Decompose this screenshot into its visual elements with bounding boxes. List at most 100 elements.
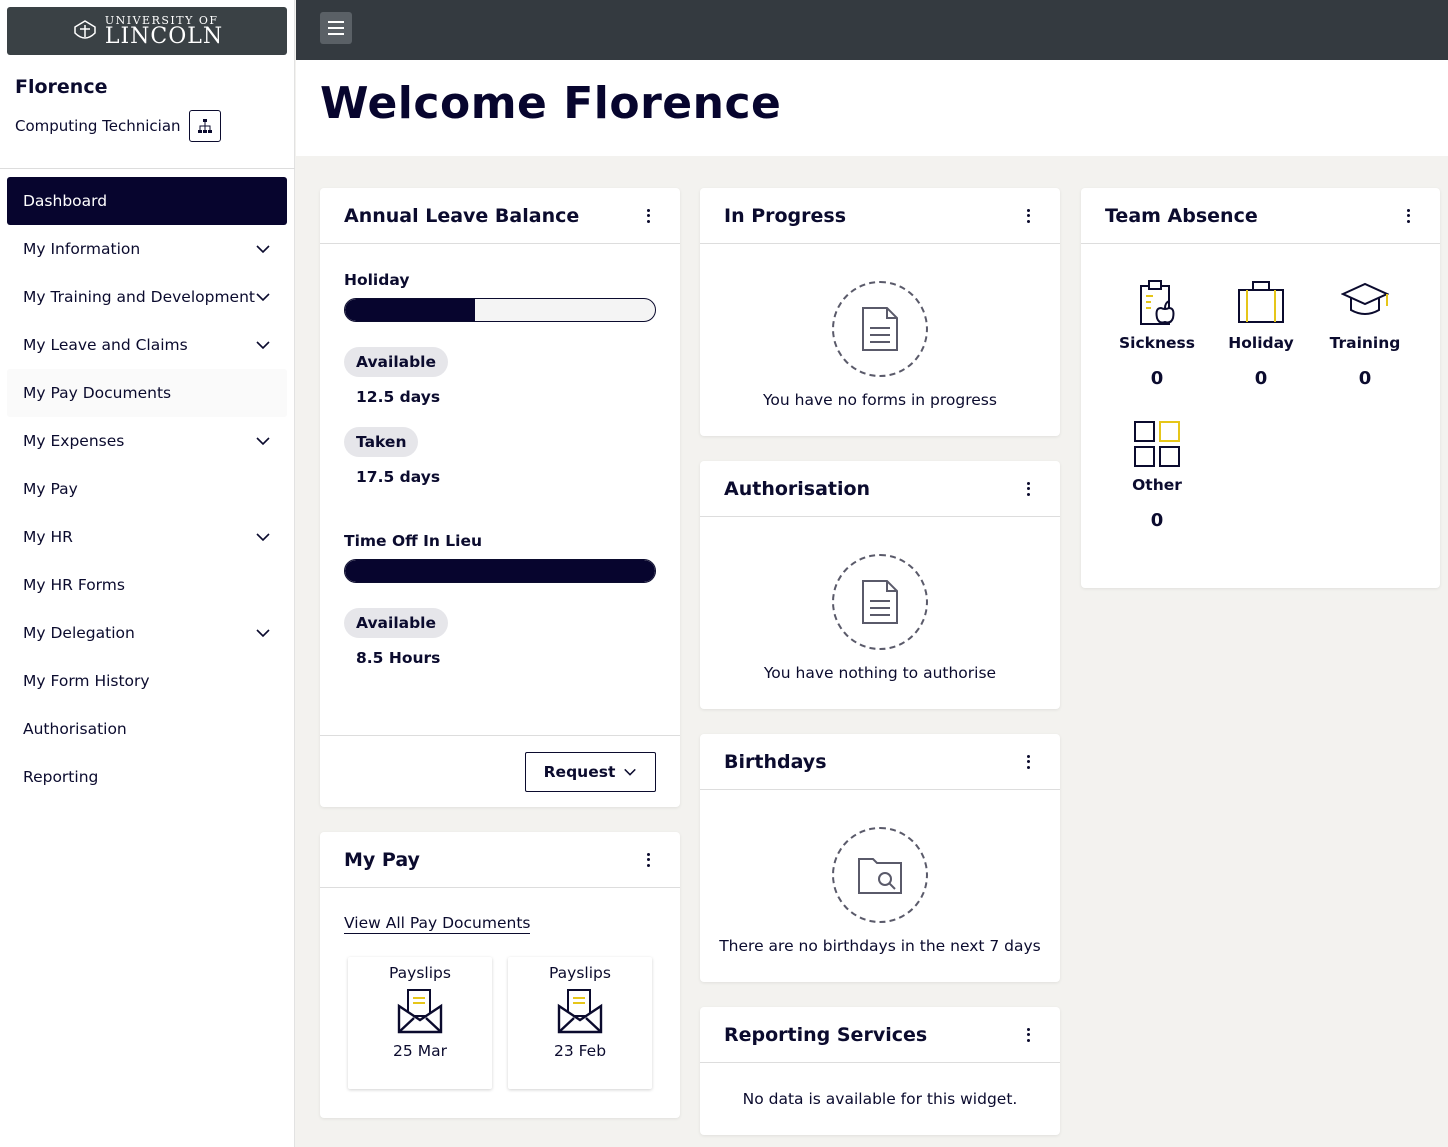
request-button[interactable]: Request <box>525 752 656 792</box>
absence-sickness[interactable]: Sickness 0 <box>1105 276 1209 389</box>
kebab-menu-icon[interactable] <box>1400 207 1416 225</box>
sidebar-divider <box>0 168 295 169</box>
user-name: Florence <box>15 76 108 98</box>
payslip-title: Payslips <box>389 964 451 982</box>
card-title: Team Absence <box>1105 204 1258 227</box>
empty-state-text: You have no forms in progress <box>763 391 997 409</box>
nav-my-delegation[interactable]: My Delegation <box>7 609 287 657</box>
nav-my-hr-forms[interactable]: My HR Forms <box>7 561 287 609</box>
toil-label: Time Off In Lieu <box>344 532 483 550</box>
card-divider <box>320 735 680 736</box>
absence-label: Holiday <box>1228 334 1294 352</box>
chevron-down-icon <box>256 341 270 350</box>
payslip-card[interactable]: Payslips 25 Mar <box>348 957 492 1089</box>
menu-toggle-button[interactable] <box>320 12 352 44</box>
kebab-menu-icon[interactable] <box>640 207 656 225</box>
logo-big-text: LINCOLN <box>104 23 224 49</box>
kebab-menu-icon[interactable] <box>1020 1026 1036 1044</box>
document-icon <box>862 307 898 351</box>
in-progress-card: In Progress You have no forms in progres… <box>700 188 1060 436</box>
nav-my-hr[interactable]: My HR <box>7 513 287 561</box>
card-title: Birthdays <box>724 750 827 773</box>
card-title: Reporting Services <box>724 1023 928 1046</box>
nav-my-expenses[interactable]: My Expenses <box>7 417 287 465</box>
grid-squares-icon <box>1134 421 1180 467</box>
absence-count: 0 <box>1254 368 1268 389</box>
nav-label: My Form History <box>23 672 150 690</box>
chevron-down-icon <box>256 245 270 254</box>
org-chart-icon <box>197 119 212 133</box>
absence-label: Training <box>1329 334 1401 352</box>
envelope-icon <box>397 989 443 1034</box>
hamburger-icon <box>328 21 344 35</box>
nav-my-form-history[interactable]: My Form History <box>7 657 287 705</box>
nav-my-leave-claims[interactable]: My Leave and Claims <box>7 321 287 369</box>
absence-count: 0 <box>1150 368 1164 389</box>
toil-available-pill: Available <box>344 608 449 638</box>
nav-label: Authorisation <box>23 720 127 738</box>
empty-state-text: No data is available for this widget. <box>742 1090 1018 1108</box>
nav-my-pay[interactable]: My Pay <box>7 465 287 513</box>
nav-authorisation[interactable]: Authorisation <box>7 705 287 753</box>
absence-label: Sickness <box>1119 334 1195 352</box>
chevron-down-icon <box>256 293 270 302</box>
kebab-menu-icon[interactable] <box>1020 753 1036 771</box>
team-absence-card: Team Absence Sickness 0 Holiday 0 Traini… <box>1081 188 1440 588</box>
nav-label: My Pay Documents <box>23 384 172 402</box>
nav-my-information[interactable]: My Information <box>7 225 287 273</box>
welcome-header: Welcome Florence <box>296 60 1448 156</box>
empty-state-circle <box>832 281 928 377</box>
chevron-down-icon <box>256 629 270 638</box>
nav-label: My Training and Development <box>23 288 255 306</box>
document-icon <box>862 580 898 624</box>
crest-icon <box>74 20 96 39</box>
payslip-date: 23 Feb <box>553 1042 607 1060</box>
nav-label: My HR Forms <box>23 576 125 594</box>
request-label: Request <box>543 763 616 781</box>
holiday-progress-fill <box>345 299 476 321</box>
card-title: In Progress <box>724 204 847 227</box>
toil-available-value: 8.5 Hours <box>356 649 441 667</box>
available-pill: Available <box>344 347 449 377</box>
absence-training[interactable]: Training 0 <box>1313 276 1417 389</box>
nav-label: My Information <box>23 240 141 258</box>
nav-reporting[interactable]: Reporting <box>7 753 287 801</box>
nav-dashboard[interactable]: Dashboard <box>7 177 287 225</box>
card-title: Authorisation <box>724 477 871 500</box>
nav-my-pay-documents[interactable]: My Pay Documents <box>7 369 287 417</box>
nav-label: My Expenses <box>23 432 125 450</box>
toil-progress-bar <box>344 559 656 583</box>
empty-state-text: There are no birthdays in the next 7 day… <box>719 937 1041 955</box>
kebab-menu-icon[interactable] <box>640 851 656 869</box>
chevron-down-icon <box>256 533 270 542</box>
absence-holiday[interactable]: Holiday 0 <box>1209 276 1313 389</box>
nav-label: My Delegation <box>23 624 135 642</box>
absence-other[interactable]: Other 0 <box>1105 418 1209 531</box>
annual-leave-card: Annual Leave Balance Holiday Available 1… <box>320 188 680 807</box>
view-all-pay-documents-link[interactable]: View All Pay Documents <box>344 914 531 934</box>
taken-pill: Taken <box>344 427 419 457</box>
kebab-menu-icon[interactable] <box>1020 207 1036 225</box>
toil-progress-fill <box>345 560 655 582</box>
reporting-services-card: Reporting Services No data is available … <box>700 1007 1060 1135</box>
card-title: Annual Leave Balance <box>344 204 580 227</box>
nav-my-training[interactable]: My Training and Development <box>7 273 287 321</box>
user-role: Computing Technician <box>15 117 181 135</box>
absence-label: Other <box>1132 476 1182 494</box>
sidebar: UNIVERSITY OF LINCOLN Florence Computing… <box>0 0 295 1147</box>
clipboard-apple-icon <box>1140 280 1175 325</box>
my-pay-card: My Pay View All Pay Documents Payslips 2… <box>320 832 680 1118</box>
university-logo[interactable]: UNIVERSITY OF LINCOLN <box>7 7 287 55</box>
nav-label: Reporting <box>23 768 99 786</box>
folder-search-icon <box>858 858 902 894</box>
top-bar <box>296 0 1448 60</box>
holiday-progress-bar <box>344 298 656 322</box>
birthdays-card: Birthdays There are no birthdays in the … <box>700 734 1060 982</box>
payslip-title: Payslips <box>549 964 611 982</box>
kebab-menu-icon[interactable] <box>1020 480 1036 498</box>
page-title: Welcome Florence <box>320 78 782 129</box>
user-profile: Florence Computing Technician <box>15 76 221 142</box>
sidebar-nav: Dashboard My Information My Training and… <box>7 177 287 801</box>
payslip-card[interactable]: Payslips 23 Feb <box>508 957 652 1089</box>
org-chart-button[interactable] <box>188 110 221 142</box>
